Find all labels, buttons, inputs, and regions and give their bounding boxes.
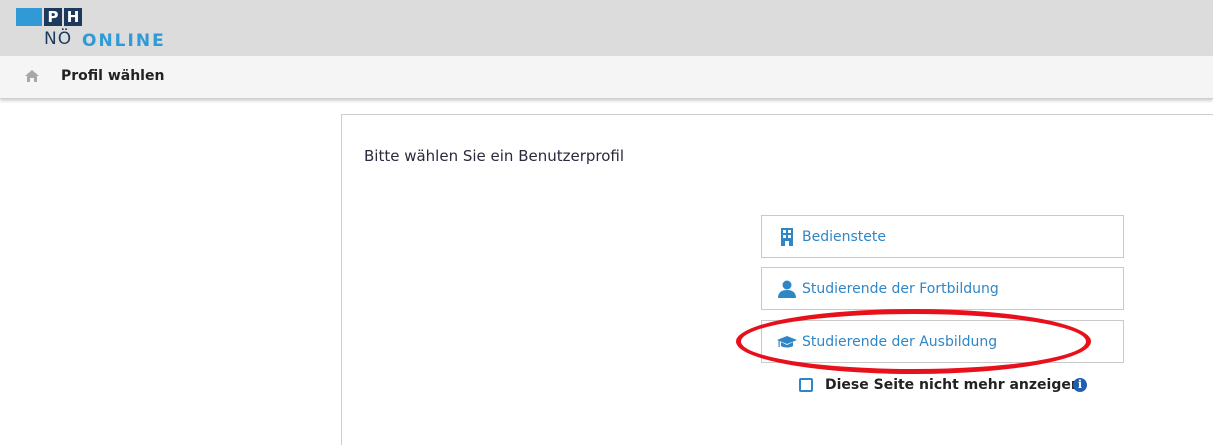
info-icon[interactable]: i <box>1073 378 1087 392</box>
profile-selection-panel: Bitte wählen Sie ein Benutzerprofil Bedi… <box>341 114 1213 445</box>
logo-letter-p: P <box>44 8 62 26</box>
profile-button-fortbildung[interactable]: Studierende der Fortbildung <box>761 267 1124 310</box>
dont-show-again-label[interactable]: Diese Seite nicht mehr anzeigen. <box>825 376 1086 395</box>
profile-button-bedienstete[interactable]: Bedienstete <box>761 215 1124 258</box>
profile-button-label: Bedienstete <box>802 229 886 245</box>
logo-letter-h: H <box>64 8 82 26</box>
ph-noe-online-logo[interactable]: P H NÖ ONLINE <box>16 8 196 54</box>
profile-button-label: Studierende der Ausbildung <box>802 334 998 350</box>
logo-blue-block <box>16 8 42 26</box>
page-title: Bitte wählen Sie ein Benutzerprofil <box>364 147 625 165</box>
graduation-cap-icon <box>777 336 797 348</box>
user-icon <box>778 280 796 298</box>
breadcrumb-current-page: Profil wählen <box>61 68 165 84</box>
logo-online-text: ONLINE <box>82 31 166 51</box>
logo-noe-text: NÖ <box>44 29 73 49</box>
breadcrumb: Profil wählen <box>0 56 1213 99</box>
dont-show-again-checkbox[interactable] <box>799 378 813 392</box>
home-icon[interactable] <box>24 69 40 83</box>
top-header: P H NÖ ONLINE <box>0 0 1213 56</box>
profile-button-label: Studierende der Fortbildung <box>802 281 999 297</box>
building-icon <box>781 228 793 246</box>
profile-button-ausbildung[interactable]: Studierende der Ausbildung <box>761 320 1124 363</box>
